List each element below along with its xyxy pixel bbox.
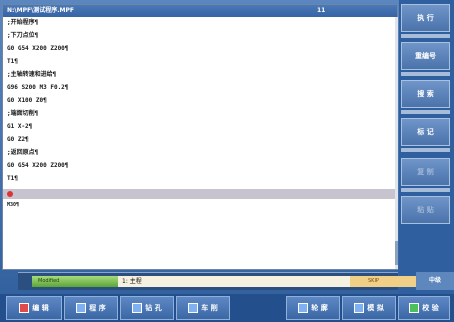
simulate-icon bbox=[354, 303, 365, 313]
softkey-edit-label: 编 辑 bbox=[32, 304, 49, 312]
softkey-simulate-label: 模 拟 bbox=[367, 304, 384, 312]
code-line[interactable]: M30¶ bbox=[7, 201, 19, 209]
code-line[interactable]: ;返回原点¶ bbox=[7, 149, 38, 157]
code-line[interactable]: G0 G54 X200 Z200¶ bbox=[7, 162, 68, 170]
code-line[interactable]: G0 G54 X200 Z200¶ bbox=[7, 45, 68, 53]
editor-scrollbar[interactable] bbox=[395, 17, 398, 269]
hmi-screen: N:\MPF\测试程序.MPF 11 ;开始程序¶ ;下刀点位¶ G0 G54 … bbox=[0, 0, 454, 322]
cursor-marker-icon bbox=[7, 191, 13, 197]
code-line[interactable]: ;主轴转速和进给¶ bbox=[7, 71, 56, 79]
edit-icon bbox=[19, 303, 30, 313]
softkey-renumber[interactable]: 重编号 bbox=[401, 42, 450, 70]
code-line[interactable]: T1¶ bbox=[7, 175, 18, 183]
softkey-edit[interactable]: 编 辑 bbox=[6, 296, 62, 320]
softkey-divider bbox=[401, 34, 450, 38]
softkey-program[interactable]: 程 序 bbox=[64, 296, 118, 320]
code-line[interactable]: ;开始程序¶ bbox=[7, 19, 38, 27]
program-icon bbox=[76, 303, 87, 313]
code-line[interactable]: ;端面切削¶ bbox=[7, 110, 38, 118]
status-message: 1: 主程 bbox=[118, 276, 366, 287]
contour-icon bbox=[298, 303, 309, 313]
softkey-drill-label: 钻 孔 bbox=[145, 304, 162, 312]
code-line[interactable]: G0 Z2¶ bbox=[7, 136, 29, 144]
code-line[interactable]: ;下刀点位¶ bbox=[7, 32, 38, 40]
softkey-divider bbox=[401, 188, 450, 192]
skip-indicator: SKIP bbox=[350, 276, 420, 287]
code-editor[interactable]: ;开始程序¶ ;下刀点位¶ G0 G54 X200 Z200¶ T1¶ ;主轴转… bbox=[3, 17, 395, 269]
softkey-mark[interactable]: 标 记 bbox=[401, 118, 450, 146]
status-bar: Modified 1: 主程 SKIP bbox=[18, 272, 420, 290]
softkey-search[interactable]: 搜 索 bbox=[401, 80, 450, 108]
verify-icon bbox=[409, 303, 420, 313]
mode-indicator: 中级 bbox=[416, 272, 454, 290]
code-line[interactable]: T1¶ bbox=[7, 58, 18, 66]
modified-indicator: Modified bbox=[32, 276, 118, 287]
horizontal-softkey-bar: 编 辑 程 序 钻 孔 车 削 轮 廓 模 拟 校 验 bbox=[0, 294, 454, 322]
selected-line[interactable] bbox=[3, 189, 395, 199]
code-line[interactable]: G96 S200 M3 F0.2¶ bbox=[7, 84, 68, 92]
editor-titlebar: N:\MPF\测试程序.MPF 11 bbox=[3, 5, 397, 17]
softkey-program-label: 程 序 bbox=[89, 304, 106, 312]
softkey-turning[interactable]: 车 削 bbox=[176, 296, 230, 320]
softkey-divider bbox=[401, 110, 450, 114]
softkey-drill[interactable]: 钻 孔 bbox=[120, 296, 174, 320]
softkey-simulate[interactable]: 模 拟 bbox=[342, 296, 396, 320]
program-editor-window: N:\MPF\测试程序.MPF 11 ;开始程序¶ ;下刀点位¶ G0 G54 … bbox=[2, 4, 398, 270]
scrollbar-thumb[interactable] bbox=[395, 241, 398, 265]
softkey-divider bbox=[401, 72, 450, 76]
softkey-divider bbox=[401, 148, 450, 152]
vertical-softkey-panel: 执 行 重编号 搜 索 标 记 复 制 粘 贴 bbox=[399, 0, 454, 296]
softkey-turning-label: 车 削 bbox=[201, 304, 218, 312]
softkey-copy[interactable]: 复 制 bbox=[401, 158, 450, 186]
softkey-verify-label: 校 验 bbox=[422, 304, 439, 312]
program-path-title: N:\MPF\测试程序.MPF bbox=[7, 7, 75, 14]
line-number-indicator: 11 bbox=[317, 7, 326, 14]
code-line[interactable]: G0 X100 Z0¶ bbox=[7, 97, 47, 105]
softkey-contour[interactable]: 轮 廓 bbox=[286, 296, 340, 320]
softkey-verify[interactable]: 校 验 bbox=[398, 296, 450, 320]
code-line[interactable]: G1 X-2¶ bbox=[7, 123, 32, 131]
turning-icon bbox=[188, 303, 199, 313]
softkey-paste[interactable]: 粘 贴 bbox=[401, 196, 450, 224]
softkey-execute[interactable]: 执 行 bbox=[401, 4, 450, 32]
drill-icon bbox=[132, 303, 143, 313]
softkey-contour-label: 轮 廓 bbox=[311, 304, 328, 312]
